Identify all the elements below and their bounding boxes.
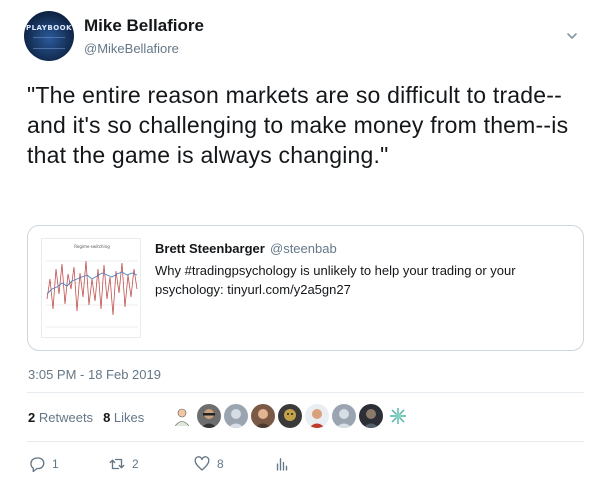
thumb-title: Regime-switching bbox=[74, 244, 110, 249]
divider-bottom bbox=[27, 441, 584, 442]
liker-avatar[interactable] bbox=[305, 404, 329, 428]
reply-button[interactable]: 1 bbox=[28, 455, 108, 473]
liker-avatar[interactable] bbox=[278, 404, 302, 428]
likes-label: Likes bbox=[113, 410, 145, 425]
like-count: 8 bbox=[217, 457, 224, 471]
author-handle[interactable]: @MikeBellafiore bbox=[84, 41, 179, 56]
quoted-tweet-text: Why #tradingpsychology is unlikely to he… bbox=[155, 263, 516, 297]
liker-avatar[interactable] bbox=[224, 404, 248, 428]
liker-avatar[interactable] bbox=[386, 404, 410, 428]
chevron-down-icon[interactable] bbox=[566, 30, 578, 42]
engagement-stats: 2 Retweets 8 Likes bbox=[28, 410, 144, 425]
retweets-stat[interactable]: 2 Retweets bbox=[28, 410, 93, 425]
analytics-icon bbox=[276, 458, 288, 471]
reply-count: 1 bbox=[52, 457, 59, 471]
retweet-button[interactable]: 2 bbox=[108, 455, 193, 473]
likes-count: 8 bbox=[103, 410, 111, 425]
divider-top bbox=[27, 392, 584, 393]
avatar-logo-lines bbox=[33, 37, 65, 49]
tweet-timestamp[interactable]: 3:05 PM - 18 Feb 2019 bbox=[28, 367, 161, 382]
liker-avatar[interactable] bbox=[359, 404, 383, 428]
tweet-actions: 1 2 8 bbox=[28, 455, 291, 473]
likes-stat[interactable]: 8 Likes bbox=[103, 410, 144, 425]
retweets-label: Retweets bbox=[38, 410, 94, 425]
liker-avatar[interactable] bbox=[170, 404, 194, 428]
reply-icon bbox=[30, 457, 45, 473]
tweet-text: "The entire reason markets are so diffic… bbox=[27, 82, 569, 168]
avatar-logo-text: PLAYBOOK bbox=[25, 24, 73, 32]
retweets-count: 2 bbox=[28, 410, 36, 425]
liker-avatar[interactable] bbox=[251, 404, 275, 428]
retweet-count: 2 bbox=[132, 457, 139, 471]
heart-icon bbox=[194, 456, 210, 471]
liker-avatar[interactable] bbox=[197, 404, 221, 428]
quoted-author-name[interactable]: Brett Steenbarger bbox=[155, 241, 265, 256]
analytics-button[interactable] bbox=[273, 455, 291, 473]
author-name[interactable]: Mike Bellafiore bbox=[84, 16, 204, 36]
quoted-tweet-card[interactable]: Regime-switching Brett Steenbarger @stee… bbox=[27, 225, 584, 351]
author-avatar[interactable]: PLAYBOOK bbox=[24, 11, 74, 61]
chart-thumbnail-image: Regime-switching bbox=[46, 244, 138, 328]
quoted-author-handle[interactable]: @steenbab bbox=[270, 241, 337, 256]
liker-avatar[interactable] bbox=[332, 404, 356, 428]
like-button[interactable]: 8 bbox=[193, 455, 273, 473]
retweet-icon bbox=[109, 458, 125, 470]
quoted-tweet-thumbnail: Regime-switching bbox=[41, 238, 141, 338]
liker-avatars bbox=[170, 404, 410, 428]
